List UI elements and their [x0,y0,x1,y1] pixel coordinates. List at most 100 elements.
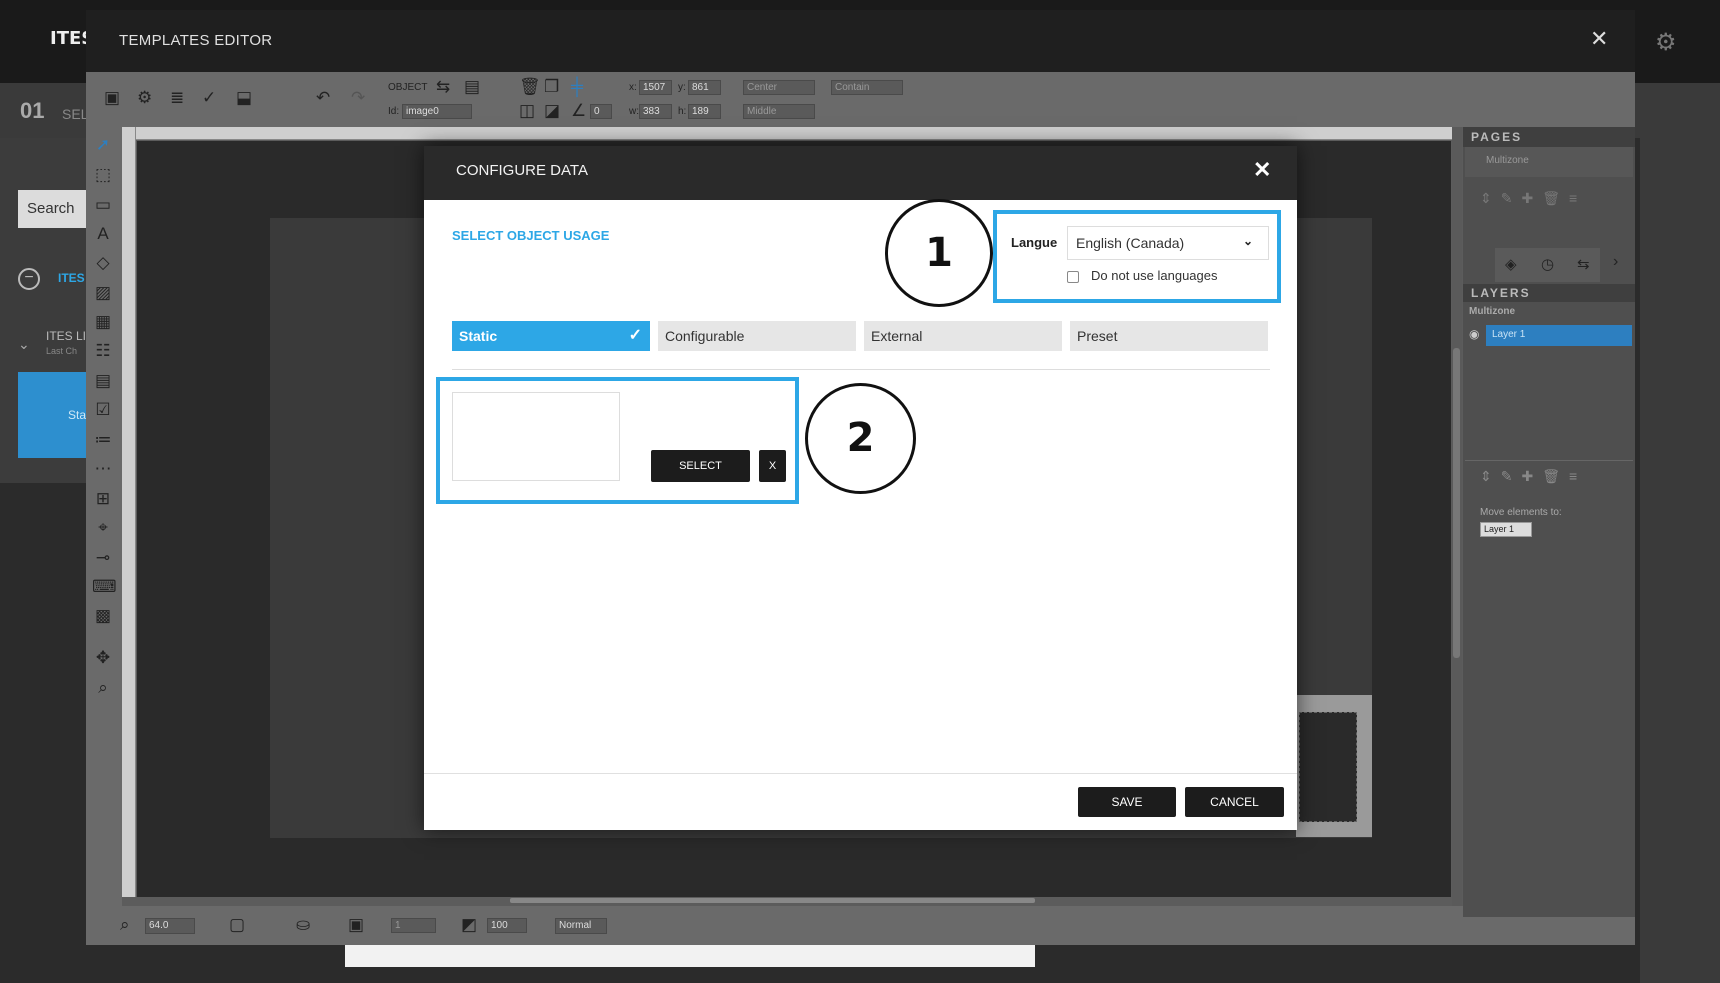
object-label: OBJECT [388,82,428,93]
dialog-title: CONFIGURE DATA [456,162,588,179]
save-icon[interactable]: ▣ [104,88,120,108]
horizontal-scrollbar[interactable] [510,898,1035,903]
tab-configurable[interactable]: Configurable [658,321,856,351]
valign-select[interactable]: Middle [743,104,815,119]
chevron-right-icon[interactable]: › [1613,253,1618,271]
eye-icon[interactable]: ◉ [1469,327,1479,341]
no-languages-checkbox[interactable] [1067,271,1079,283]
map-icon[interactable]: ⌖ [92,518,114,538]
footer-divider [424,773,1297,774]
close-icon[interactable]: ✕ [1590,26,1608,52]
angle-field[interactable]: 0 [590,104,612,119]
validate-icon[interactable]: ✓ [202,88,216,108]
x-field[interactable]: 1507 [639,80,672,95]
rectangle-icon[interactable]: ▭ [92,195,114,215]
gallery-icon[interactable]: ▦ [92,312,114,332]
select-area-icon[interactable]: ⬚ [92,165,114,185]
slider-icon[interactable]: ⊸ [92,548,114,568]
tab-preset[interactable]: Preset [1070,321,1268,351]
blend-mode-select[interactable]: Normal [555,918,607,934]
callout-two: 2 [805,383,916,494]
no-languages-label[interactable]: Do not use languages [1091,268,1217,283]
pointer-icon[interactable]: ➚ [92,135,114,155]
editor-bottom-bar: ⌕ ▢ ⛀ ▣ 1 ◩ 100 [86,906,1635,945]
bring-front-icon[interactable]: ◫ [519,101,535,121]
swap-tab-icon[interactable]: ⇆ [1577,255,1590,273]
usage-title: SELECT OBJECT USAGE [452,228,610,243]
vertical-scrollbar-thumb[interactable] [1453,348,1460,658]
editor-title: TEMPLATES EDITOR [119,32,273,49]
send-back-icon[interactable]: ◪ [544,101,560,121]
checkbox-icon[interactable]: ☑ [92,400,114,420]
layer-row[interactable]: Layer 1 [1486,325,1632,346]
tab-divider [452,369,1270,370]
undo-icon[interactable]: ↶ [316,88,330,108]
list-icon[interactable]: ☷ [92,341,114,361]
indent-icon[interactable]: ≣ [170,88,184,108]
h-field[interactable]: 189 [688,104,721,119]
border-width-field[interactable]: 1 [391,918,436,933]
opacity-field[interactable]: 100 [487,918,527,933]
zoom-icon[interactable]: ⌕ [92,678,114,698]
align-icon[interactable]: ╪ [571,77,583,97]
chevron-down-icon[interactable]: ⌄ [18,336,30,353]
layers-tab-icon[interactable]: ◈ [1505,255,1517,273]
abcd-icon[interactable]: ▩ [92,606,114,626]
language-select[interactable]: English (Canada) [1067,226,1269,260]
select-button[interactable]: SELECT [651,450,750,482]
cancel-button[interactable]: CANCEL [1185,787,1284,817]
gear-icon[interactable]: ⚙ [1655,28,1677,57]
more-icon[interactable]: ⋯ [92,459,114,479]
selected-image[interactable] [1299,712,1357,822]
list-item-title[interactable]: ITES LI [46,329,86,343]
ruler-horizontal [124,127,1452,140]
zoom-icon: ⌕ [120,915,130,934]
border-icon[interactable]: ▣ [348,915,364,935]
trash-icon[interactable]: 🗑 [519,77,541,97]
tab-external[interactable]: External [864,321,1062,351]
tab-label: Static [459,328,498,344]
move-elements-select[interactable]: Layer 1 [1480,522,1532,537]
save-button[interactable]: SAVE [1078,787,1176,817]
move-icon[interactable]: ✥ [92,648,114,668]
swap-icon[interactable]: ⇆ [436,77,450,97]
step-number: 01 [20,98,45,123]
close-icon[interactable]: ✕ [1253,157,1271,183]
settings-icon[interactable]: ⚙ [137,88,152,108]
timer-tab-icon[interactable]: ◷ [1541,255,1554,273]
checklist-icon[interactable]: ≔ [92,430,114,450]
page-actions[interactable]: ⇕✎✚🗑≡ [1480,190,1586,207]
document-icon[interactable]: ▤ [464,77,480,97]
stamp-icon[interactable]: ⬓ [236,88,252,108]
status-card[interactable]: Sta [18,372,88,458]
app-bottom-strip [345,945,1035,967]
id-label: Id: [388,106,400,117]
y-field[interactable]: 861 [688,80,721,95]
document-icon[interactable]: ▤ [92,371,114,391]
page-item[interactable]: Multizone [1486,155,1529,166]
copy-icon[interactable]: ❐ [544,77,559,97]
fit-select[interactable]: Contain [831,80,903,95]
tree-label[interactable]: ITES [58,271,85,285]
collapse-icon[interactable]: − [18,268,40,290]
id-field[interactable]: image0 [402,104,472,119]
grid-icon[interactable]: ⊞ [92,489,114,509]
chevron-down-icon[interactable]: ⌄ [1243,234,1253,248]
w-field[interactable]: 383 [639,104,672,119]
keyboard-icon[interactable]: ⌨ [92,577,117,597]
zoom-field[interactable]: 64.0 [145,918,195,934]
redo-icon[interactable]: ↷ [351,88,365,108]
pages-title: PAGES [1463,127,1635,147]
image-icon[interactable]: ▨ [92,283,114,303]
clear-button[interactable]: X [759,450,786,482]
tag-icon[interactable]: ◇ [92,253,114,273]
fill-icon[interactable]: ⛀ [296,915,310,935]
text-icon[interactable]: A [92,224,114,244]
canvas-color-icon[interactable]: ▢ [229,915,245,935]
opacity-icon: ◩ [461,915,478,934]
tab-static[interactable]: Static ✓ [452,321,650,351]
layer-actions[interactable]: ⇕✎✚🗑≡ [1480,468,1586,485]
check-icon: ✓ [628,327,642,344]
halign-select[interactable]: Center [743,80,815,95]
search-input[interactable]: Search [18,190,88,228]
